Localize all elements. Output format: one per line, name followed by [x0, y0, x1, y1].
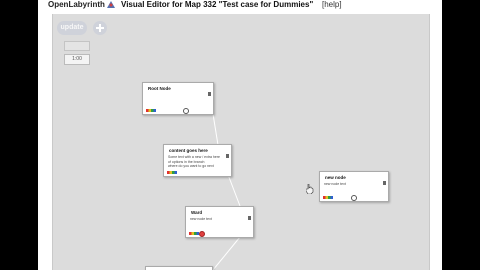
node-color-swatches[interactable]	[189, 232, 199, 235]
hand-cursor-icon	[306, 184, 314, 194]
node-title: content goes here	[169, 148, 208, 153]
labyrinth-logo-icon	[107, 1, 115, 8]
link-ward-to-bottom	[212, 236, 241, 270]
node-title: Root Node	[148, 86, 171, 91]
node-drag-handle[interactable]	[248, 216, 251, 220]
brand-name[interactable]: OpenLabyrinth	[48, 0, 105, 9]
visual-editor-canvas[interactable]: update 1:00 Root Node content goes here …	[52, 14, 430, 270]
node-body: new node text	[190, 217, 212, 221]
node-ward[interactable]: Ward new node text	[185, 206, 254, 238]
app-header: OpenLabyrinth Visual Editor for Map 332 …	[38, 0, 442, 14]
node-title: Ward	[191, 210, 203, 215]
node-link-icon[interactable]	[351, 195, 357, 201]
node-partial-bottom[interactable]	[145, 266, 213, 270]
page-title: Visual Editor for Map 332 "Test case for…	[121, 0, 314, 9]
node-drag-handle[interactable]	[226, 154, 229, 158]
node-color-swatches[interactable]	[146, 109, 156, 112]
node-content[interactable]: content goes here Some text with a new /…	[163, 144, 232, 177]
node-link-icon[interactable]	[183, 108, 189, 114]
node-drag-handle[interactable]	[383, 181, 386, 185]
link-root-to-content	[212, 113, 219, 146]
node-new[interactable]: new node new node text	[319, 171, 389, 202]
node-link-icon[interactable]	[199, 231, 205, 237]
node-body: Some text with a new / extra here of opt…	[168, 155, 220, 168]
node-root[interactable]: Root Node	[142, 82, 214, 115]
node-title: new node	[325, 175, 346, 180]
editor-page: OpenLabyrinth Visual Editor for Map 332 …	[38, 0, 442, 270]
link-content-to-ward	[226, 171, 241, 207]
help-link[interactable]: [help]	[322, 0, 342, 9]
node-drag-handle[interactable]	[208, 92, 211, 96]
node-color-swatches[interactable]	[323, 196, 333, 199]
node-color-swatches[interactable]	[167, 171, 177, 174]
node-body: new node text	[324, 182, 346, 186]
